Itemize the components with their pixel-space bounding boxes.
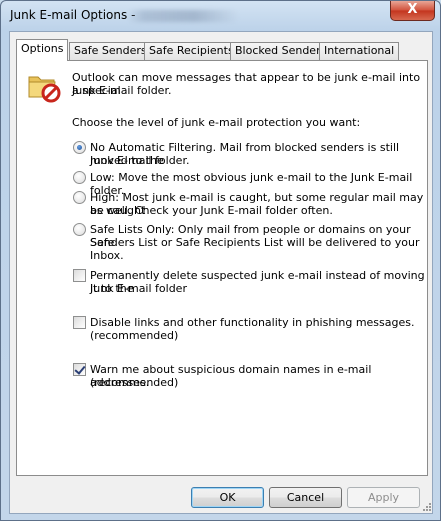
radio-high[interactable] [73, 191, 86, 204]
checkbox-permanently-delete[interactable] [73, 269, 86, 282]
tab-international[interactable]: International [319, 42, 400, 60]
intro-text-line2: Junk E-mail folder. [72, 84, 172, 97]
radio-safe-lists-label-line2[interactable]: Senders List or Safe Recipients List wil… [90, 236, 427, 262]
title-bar[interactable]: Junk E-mail Options - X [1, 1, 440, 31]
apply-button: Apply [347, 487, 420, 508]
radio-safe-lists-only[interactable] [73, 223, 86, 236]
tab-label: Blocked Senders [235, 44, 327, 57]
tab-blocked-senders[interactable]: Blocked Senders [230, 42, 332, 60]
apply-button-label: Apply [367, 491, 400, 504]
checkbox-warn-domains-label-line2[interactable]: (recommended) [90, 376, 178, 389]
tab-label: Options [21, 42, 64, 55]
junk-folder-icon [28, 76, 61, 103]
checkbox-disable-phishing-links[interactable] [73, 316, 86, 329]
checkbox-permanently-delete-label-line2[interactable]: Junk E-mail folder [90, 282, 187, 295]
redacted-account-name [127, 10, 239, 22]
dialog-client-area: Options Safe Senders Safe Recipients Blo… [9, 31, 433, 514]
ok-button[interactable]: OK [191, 487, 264, 508]
checkbox-warn-suspicious-domains[interactable] [73, 363, 86, 376]
tab-options[interactable]: Options [16, 39, 69, 61]
tab-safe-senders[interactable]: Safe Senders [69, 42, 152, 60]
radio-high-label-line2[interactable]: as well. Check your Junk E-mail folder o… [90, 204, 333, 217]
radio-no-filtering[interactable] [73, 141, 86, 154]
tab-label: Safe Recipients [149, 44, 234, 57]
radio-low[interactable] [73, 171, 86, 184]
tab-label: Safe Senders [74, 44, 147, 57]
close-button[interactable]: X [390, 1, 435, 21]
checkbox-disable-phishing-label[interactable]: Disable links and other functionality in… [90, 316, 415, 329]
level-prompt: Choose the level of junk e-mail protecti… [72, 116, 361, 129]
window-title: Junk E-mail Options - [10, 8, 136, 22]
checkbox-disable-phishing-label-line2[interactable]: (recommended) [90, 329, 178, 342]
options-panel: Outlook can move messages that appear to… [16, 60, 428, 476]
tab-safe-recipients[interactable]: Safe Recipients [144, 42, 239, 60]
dialog-window: Junk E-mail Options - X Options Safe Sen… [0, 0, 441, 521]
resize-grip-icon[interactable] [422, 502, 432, 512]
close-icon: X [407, 2, 418, 17]
cancel-button-label: Cancel [286, 491, 325, 504]
ok-button-label: OK [219, 491, 236, 504]
radio-no-filtering-label-line2[interactable]: Junk E-mail folder. [90, 154, 189, 167]
cancel-button[interactable]: Cancel [269, 487, 342, 508]
tab-label: International [324, 44, 395, 57]
